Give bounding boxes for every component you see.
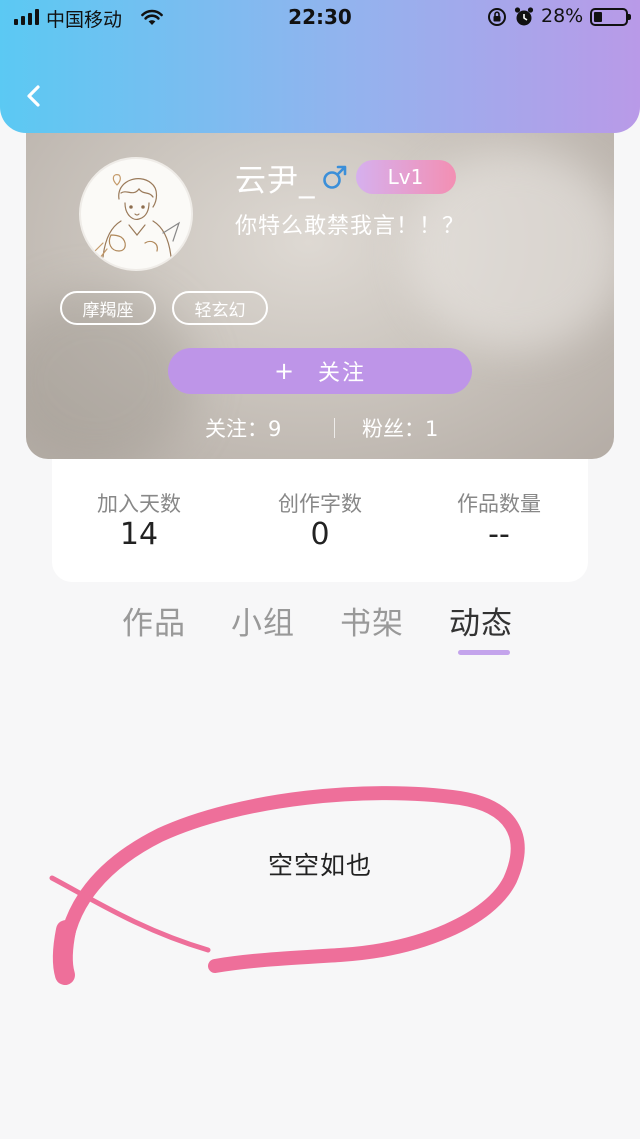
tab-works[interactable]: 作品 (122, 598, 186, 643)
back-button[interactable] (20, 80, 48, 112)
battery-percent: 28% (541, 5, 584, 27)
stat-label: 加入天数 (97, 492, 181, 516)
stats-divider (334, 418, 335, 438)
level-badge: Lv1 (355, 160, 456, 194)
follow-button[interactable]: + 关注 (168, 348, 472, 394)
battery-icon (590, 8, 631, 26)
stat-works-count: 作品数量 -- (414, 488, 584, 552)
follow-button-label: 关注 (318, 361, 367, 386)
tag-zodiac[interactable]: 摩羯座 (60, 291, 156, 325)
active-tab-indicator (458, 650, 510, 655)
alarm-icon (514, 7, 534, 26)
avatar[interactable] (79, 157, 193, 271)
stat-join-days: 加入天数 14 (54, 488, 224, 552)
stat-value: 0 (310, 517, 330, 552)
empty-state-text: 空空如也 (267, 851, 372, 880)
stats-card: 加入天数 14 创作字数 0 作品数量 -- (52, 445, 588, 582)
following-count[interactable]: 关注：9 (205, 413, 281, 443)
user-bio: 你特么敢禁我言！！？ (235, 214, 466, 239)
profile-tabs: 作品 小组 书架 动态 (0, 598, 640, 658)
scribble-annotation (49, 786, 525, 985)
stat-value: 14 (119, 517, 159, 552)
tag-genre[interactable]: 轻玄幻 (172, 291, 268, 325)
stat-word-count: 创作字数 0 (235, 488, 405, 552)
orientation-lock-icon (488, 8, 506, 26)
follow-stats: 关注：9 粉丝：1 (26, 410, 614, 446)
username: 云尹_ (235, 162, 316, 199)
status-bar: 中国移动 22:30 28% (0, 0, 640, 36)
tab-bookshelf[interactable]: 书架 (340, 598, 404, 643)
avatar-sketch-image (94, 174, 181, 260)
tab-groups[interactable]: 小组 (231, 598, 295, 643)
stat-label: 作品数量 (457, 492, 541, 516)
top-header: 中国移动 22:30 28% (0, 0, 640, 133)
plus-icon: + (273, 357, 297, 385)
stat-value: -- (488, 517, 510, 552)
tab-activity[interactable]: 动态 (449, 598, 513, 643)
stat-label: 创作字数 (278, 492, 362, 516)
fans-count[interactable]: 粉丝：1 (362, 413, 438, 443)
username-row: 云尹_ Lv1 (235, 158, 456, 199)
male-icon (322, 165, 346, 189)
